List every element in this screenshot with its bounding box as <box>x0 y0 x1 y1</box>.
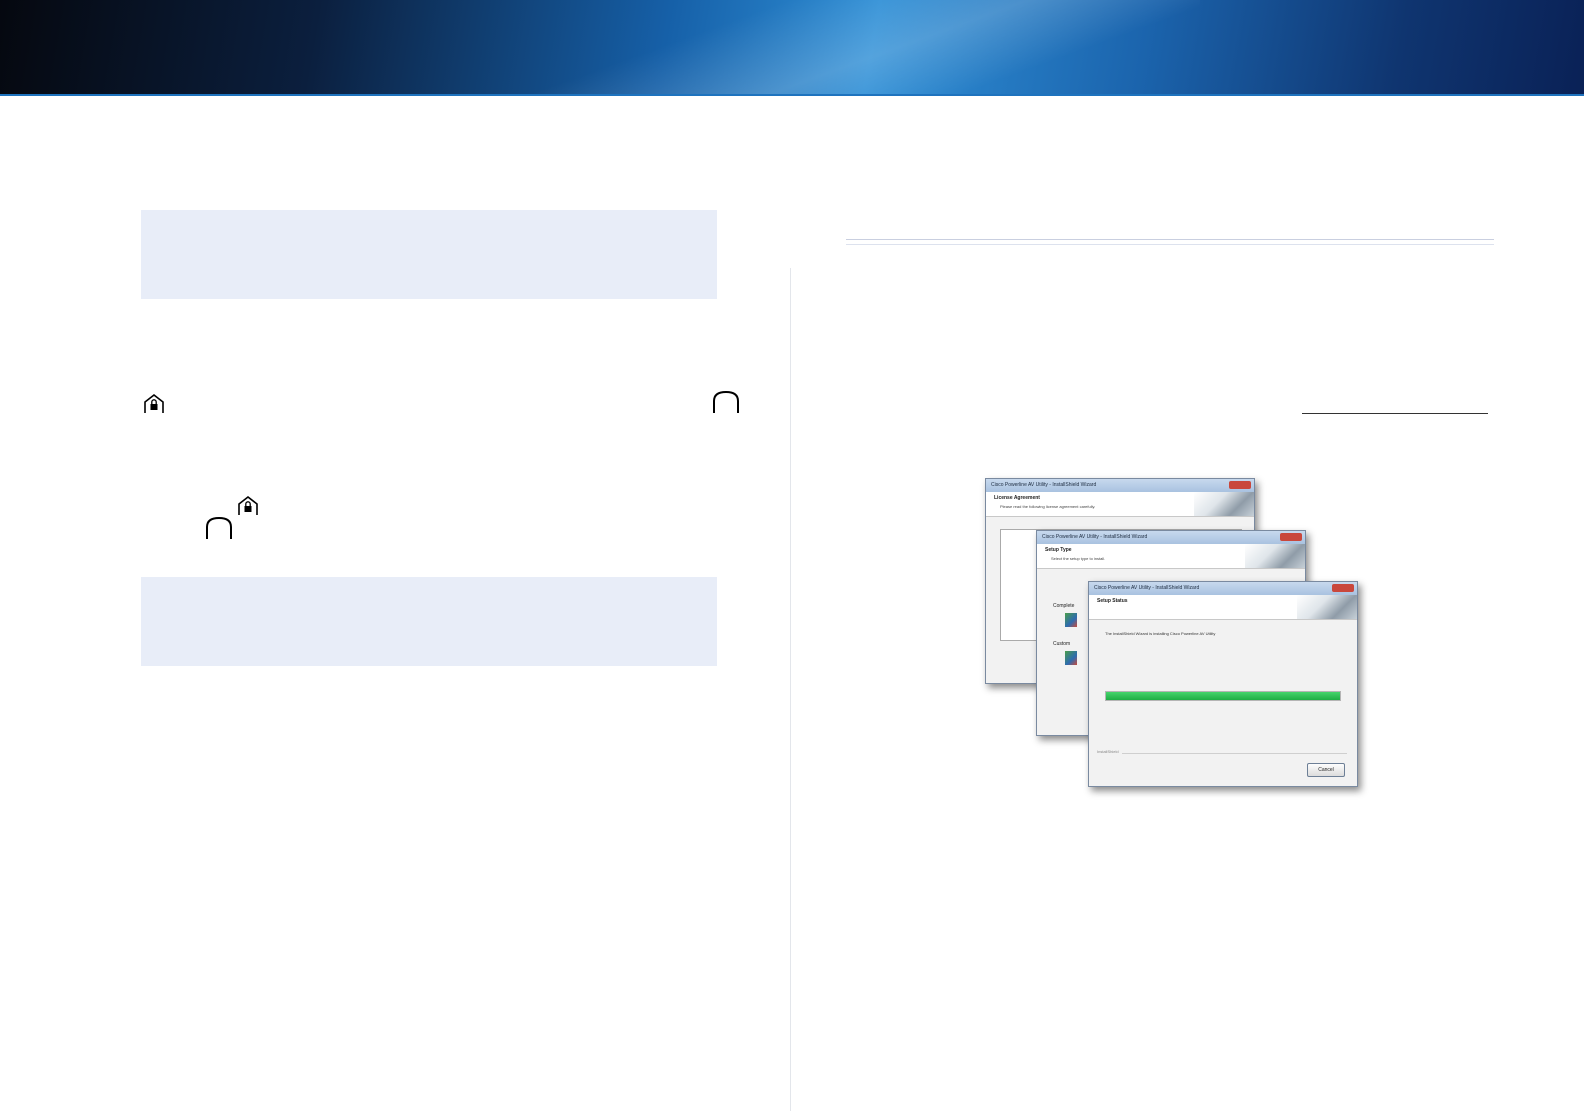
close-icon <box>1280 533 1302 541</box>
setup-complete-icon <box>1065 613 1077 627</box>
banner-title: License Agreement <box>994 495 1040 501</box>
lock-home-icon <box>237 495 259 517</box>
installer-screenshots: Cisco Powerline AV Utility - InstallShie… <box>985 478 1375 798</box>
banner-graphic <box>1245 544 1305 568</box>
cancel-button: Cancel <box>1307 763 1345 777</box>
install-progress-bar <box>1105 691 1341 701</box>
note-box-top <box>141 210 717 299</box>
window-banner: Setup Type Select the setup type to inst… <box>1037 544 1305 569</box>
banner-graphic <box>1194 492 1254 516</box>
banner-subtitle: Please read the following license agreem… <box>1000 504 1096 509</box>
banner-title: Setup Type <box>1045 547 1072 553</box>
header-sheen <box>500 0 1200 95</box>
setup-custom-icon <box>1065 651 1077 665</box>
window-titlebar: Cisco Powerline AV Utility - InstallShie… <box>1037 531 1305 544</box>
progress-fill <box>1106 692 1340 700</box>
close-icon <box>1229 481 1251 489</box>
header-accent-line <box>0 94 1584 96</box>
window-title: Cisco Powerline AV Utility - InstallShie… <box>1042 534 1148 540</box>
window-titlebar: Cisco Powerline AV Utility - InstallShie… <box>1089 582 1357 595</box>
window-title: Cisco Powerline AV Utility - InstallShie… <box>991 482 1097 488</box>
note-box-bottom <box>141 577 717 666</box>
footer-divider <box>1097 753 1347 754</box>
banner-title: Setup Status <box>1097 598 1128 604</box>
option-complete-label: Complete <box>1053 603 1075 609</box>
window-titlebar: Cisco Powerline AV Utility - InstallShie… <box>986 479 1254 492</box>
footer-text: InstallShield <box>1097 749 1122 754</box>
window-banner: License Agreement Please read the follow… <box>986 492 1254 517</box>
banner-graphic <box>1297 595 1357 619</box>
arch-icon <box>711 389 741 415</box>
column-divider <box>790 268 791 1111</box>
section-rule <box>846 239 1494 245</box>
page-header-band <box>0 0 1584 95</box>
arch-icon <box>204 515 234 541</box>
window-banner: Setup Status <box>1089 595 1357 620</box>
setup-status-window: Cisco Powerline AV Utility - InstallShie… <box>1088 581 1358 787</box>
window-title: Cisco Powerline AV Utility - InstallShie… <box>1094 585 1200 591</box>
install-status-text: The InstallShield Wizard is installing C… <box>1105 631 1216 636</box>
close-icon <box>1332 584 1354 592</box>
link-underline[interactable] <box>1302 413 1488 414</box>
lock-home-icon <box>143 393 165 415</box>
banner-subtitle: Select the setup type to install. <box>1051 556 1106 561</box>
option-custom-label: Custom <box>1053 641 1071 647</box>
